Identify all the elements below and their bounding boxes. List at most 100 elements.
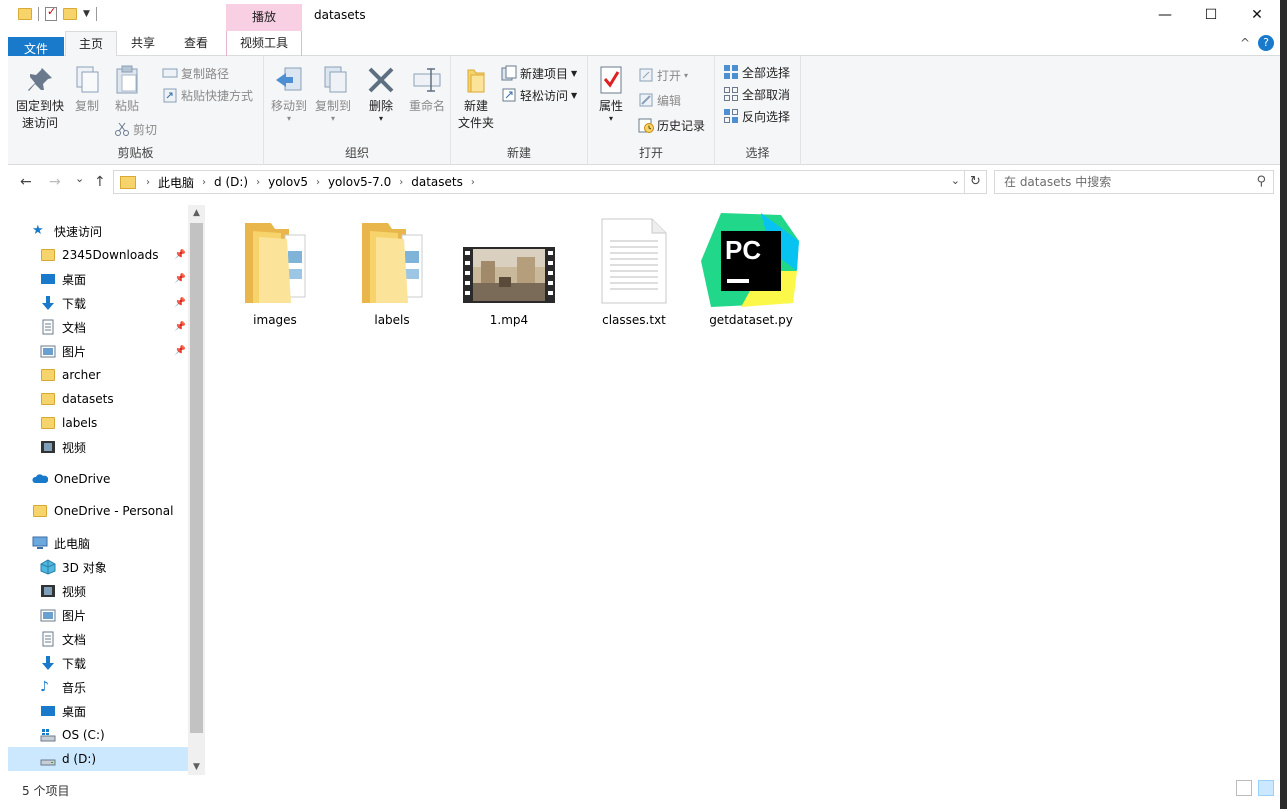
- navigation-pane: ★ 快速访问 2345Downloads 📌 桌面 📌 下载 📌 文档 📌 图片…: [8, 205, 205, 775]
- nav-item-documents[interactable]: 文档 📌: [8, 315, 188, 339]
- invert-selection-button[interactable]: 反向选择: [723, 106, 790, 126]
- nav-scrollbar[interactable]: ▲ ▼: [188, 205, 205, 775]
- nav-item-downloads[interactable]: 下载 📌: [8, 291, 188, 315]
- breadcrumb-this-pc[interactable]: 此电脑: [152, 174, 200, 191]
- maximize-button[interactable]: ☐: [1188, 0, 1234, 31]
- file-item-video[interactable]: 1.mp4: [459, 211, 559, 327]
- status-bar: 5 个项目: [8, 777, 1280, 802]
- address-bar[interactable]: › 此电脑 › d (D:) › yolov5 › yolov5-7.0 › d…: [113, 170, 987, 194]
- file-item-images[interactable]: images: [225, 211, 325, 327]
- nav-item-pc-videos[interactable]: 视频: [8, 579, 188, 603]
- details-view-button[interactable]: [1236, 780, 1252, 796]
- delete-button[interactable]: 删除 ▾: [364, 64, 398, 123]
- title-bar: ▼ 播放 datasets — ☐ ✕: [8, 0, 1280, 31]
- new-group-label: 新建: [506, 146, 531, 160]
- tab-share[interactable]: 共享: [120, 31, 166, 56]
- recent-locations-button[interactable]: ⌄: [75, 172, 84, 185]
- large-icons-view-button[interactable]: [1258, 780, 1274, 796]
- nav-onedrive[interactable]: OneDrive: [8, 467, 188, 491]
- edit-button[interactable]: 编辑: [638, 90, 681, 110]
- scrollbar-thumb[interactable]: [190, 223, 203, 733]
- address-history-dropdown-icon[interactable]: ⌄: [951, 174, 960, 187]
- nav-item-pc-desktop[interactable]: 桌面: [8, 699, 188, 723]
- nav-item-d-drive[interactable]: d (D:): [8, 747, 188, 771]
- breadcrumb-d-drive[interactable]: d (D:): [208, 175, 254, 189]
- drive-icon: [40, 727, 56, 743]
- nav-onedrive-personal[interactable]: OneDrive - Personal: [8, 499, 188, 523]
- nav-item-os-c[interactable]: OS (C:): [8, 723, 188, 747]
- nav-item-music[interactable]: ♪ 音乐: [8, 675, 188, 699]
- forward-button[interactable]: →: [49, 174, 61, 190]
- copy-to-button[interactable]: 复制到 ▾: [312, 64, 354, 123]
- help-icon[interactable]: ?: [1258, 35, 1274, 51]
- breadcrumb-separator: ›: [470, 176, 475, 188]
- up-button[interactable]: ↑: [94, 174, 106, 190]
- chevron-down-icon: ▼: [571, 90, 578, 100]
- ribbon: 固定到快 速访问 复制 粘贴 复制路径 粘贴快捷方式 剪切 剪贴板 移动到 ▾ …: [8, 56, 1280, 165]
- nav-item-pictures[interactable]: 图片 📌: [8, 339, 188, 363]
- paste-button[interactable]: 粘贴: [110, 64, 144, 115]
- nav-this-pc[interactable]: 此电脑: [8, 531, 188, 555]
- properties-button[interactable]: 属性 ▾: [594, 64, 628, 123]
- paste-shortcut-button[interactable]: 粘贴快捷方式: [162, 85, 253, 105]
- breadcrumb-yolov5[interactable]: yolov5: [262, 175, 314, 189]
- nav-item-datasets[interactable]: datasets: [8, 387, 188, 411]
- minimize-button[interactable]: —: [1142, 0, 1188, 31]
- nav-item-pc-documents[interactable]: 文档: [8, 627, 188, 651]
- file-item-classes-txt[interactable]: classes.txt: [584, 211, 684, 327]
- easy-access-button[interactable]: 轻松访问 ▼: [501, 85, 577, 105]
- paste-icon: [111, 64, 143, 96]
- scroll-down-icon[interactable]: ▼: [188, 762, 205, 772]
- desktop-icon: [40, 703, 56, 719]
- copy-button[interactable]: 复制: [70, 64, 104, 115]
- move-to-button[interactable]: 移动到 ▾: [268, 64, 310, 123]
- copy-path-button[interactable]: 复制路径: [162, 63, 229, 83]
- pin-quick-access-button[interactable]: 固定到快 速访问: [14, 64, 66, 132]
- file-item-labels[interactable]: labels: [342, 211, 442, 327]
- select-group-label: 选择: [745, 146, 770, 160]
- close-button[interactable]: ✕: [1234, 0, 1280, 31]
- nav-item-pc-pictures[interactable]: 图片: [8, 603, 188, 627]
- rename-button[interactable]: 重命名: [406, 64, 448, 115]
- nav-item-videos[interactable]: 视频: [8, 435, 188, 459]
- tab-view[interactable]: 查看: [173, 31, 219, 56]
- open-button[interactable]: 打开 ▾: [638, 65, 688, 85]
- new-item-button[interactable]: 新建项目 ▼: [501, 63, 577, 83]
- nav-label: archer: [62, 368, 101, 382]
- new-folder-icon[interactable]: [63, 8, 77, 20]
- organize-group: 移动到 ▾ 复制到 ▾ 删除 ▾ 重命名 组织: [264, 56, 451, 165]
- search-input[interactable]: 在 datasets 中搜索 ⚲: [994, 170, 1274, 194]
- nav-item-archer[interactable]: archer: [8, 363, 188, 387]
- window-controls: — ☐ ✕: [1142, 0, 1280, 31]
- nav-label: OneDrive - Personal: [54, 504, 174, 518]
- cut-button[interactable]: 剪切: [114, 119, 157, 139]
- file-item-getdataset-py[interactable]: PC getdataset.py: [701, 211, 801, 327]
- collapse-ribbon-icon[interactable]: ^: [1240, 36, 1250, 50]
- background-window-strip: [1280, 0, 1287, 809]
- breadcrumb-yolov5-7[interactable]: yolov5-7.0: [322, 175, 397, 189]
- tab-video-tools[interactable]: 视频工具: [226, 31, 302, 56]
- nav-quick-access[interactable]: ★ 快速访问: [8, 219, 188, 243]
- nav-item-labels[interactable]: labels: [8, 411, 188, 435]
- tab-home[interactable]: 主页: [65, 31, 117, 57]
- new-folder-button[interactable]: 新建 文件夹: [455, 64, 497, 132]
- history-button[interactable]: 历史记录: [638, 115, 705, 135]
- chevron-down-icon: ▾: [684, 70, 689, 80]
- open-group: 属性 ▾ 打开 ▾ 编辑 历史记录 打开: [588, 56, 715, 165]
- nav-item-3d-objects[interactable]: 3D 对象: [8, 555, 188, 579]
- scroll-up-icon[interactable]: ▲: [188, 208, 205, 218]
- refresh-icon[interactable]: ↻: [964, 171, 986, 193]
- customize-toolbar-dropdown-icon[interactable]: ▼: [83, 9, 90, 19]
- address-row: ← → ⌄ ↑ › 此电脑 › d (D:) › yolov5 › yolov5…: [8, 165, 1280, 201]
- breadcrumb-datasets[interactable]: datasets: [405, 175, 469, 189]
- paste-label: 粘贴: [114, 99, 139, 113]
- select-all-button[interactable]: 全部选择: [723, 62, 790, 82]
- back-button[interactable]: ←: [20, 174, 32, 190]
- nav-item-2345downloads[interactable]: 2345Downloads 📌: [8, 243, 188, 267]
- folder-icon: [18, 8, 32, 20]
- select-none-button[interactable]: 全部取消: [723, 84, 790, 104]
- cube-icon: [40, 559, 56, 575]
- properties-icon[interactable]: [45, 5, 57, 21]
- nav-item-desktop[interactable]: 桌面 📌: [8, 267, 188, 291]
- nav-item-pc-downloads[interactable]: 下载: [8, 651, 188, 675]
